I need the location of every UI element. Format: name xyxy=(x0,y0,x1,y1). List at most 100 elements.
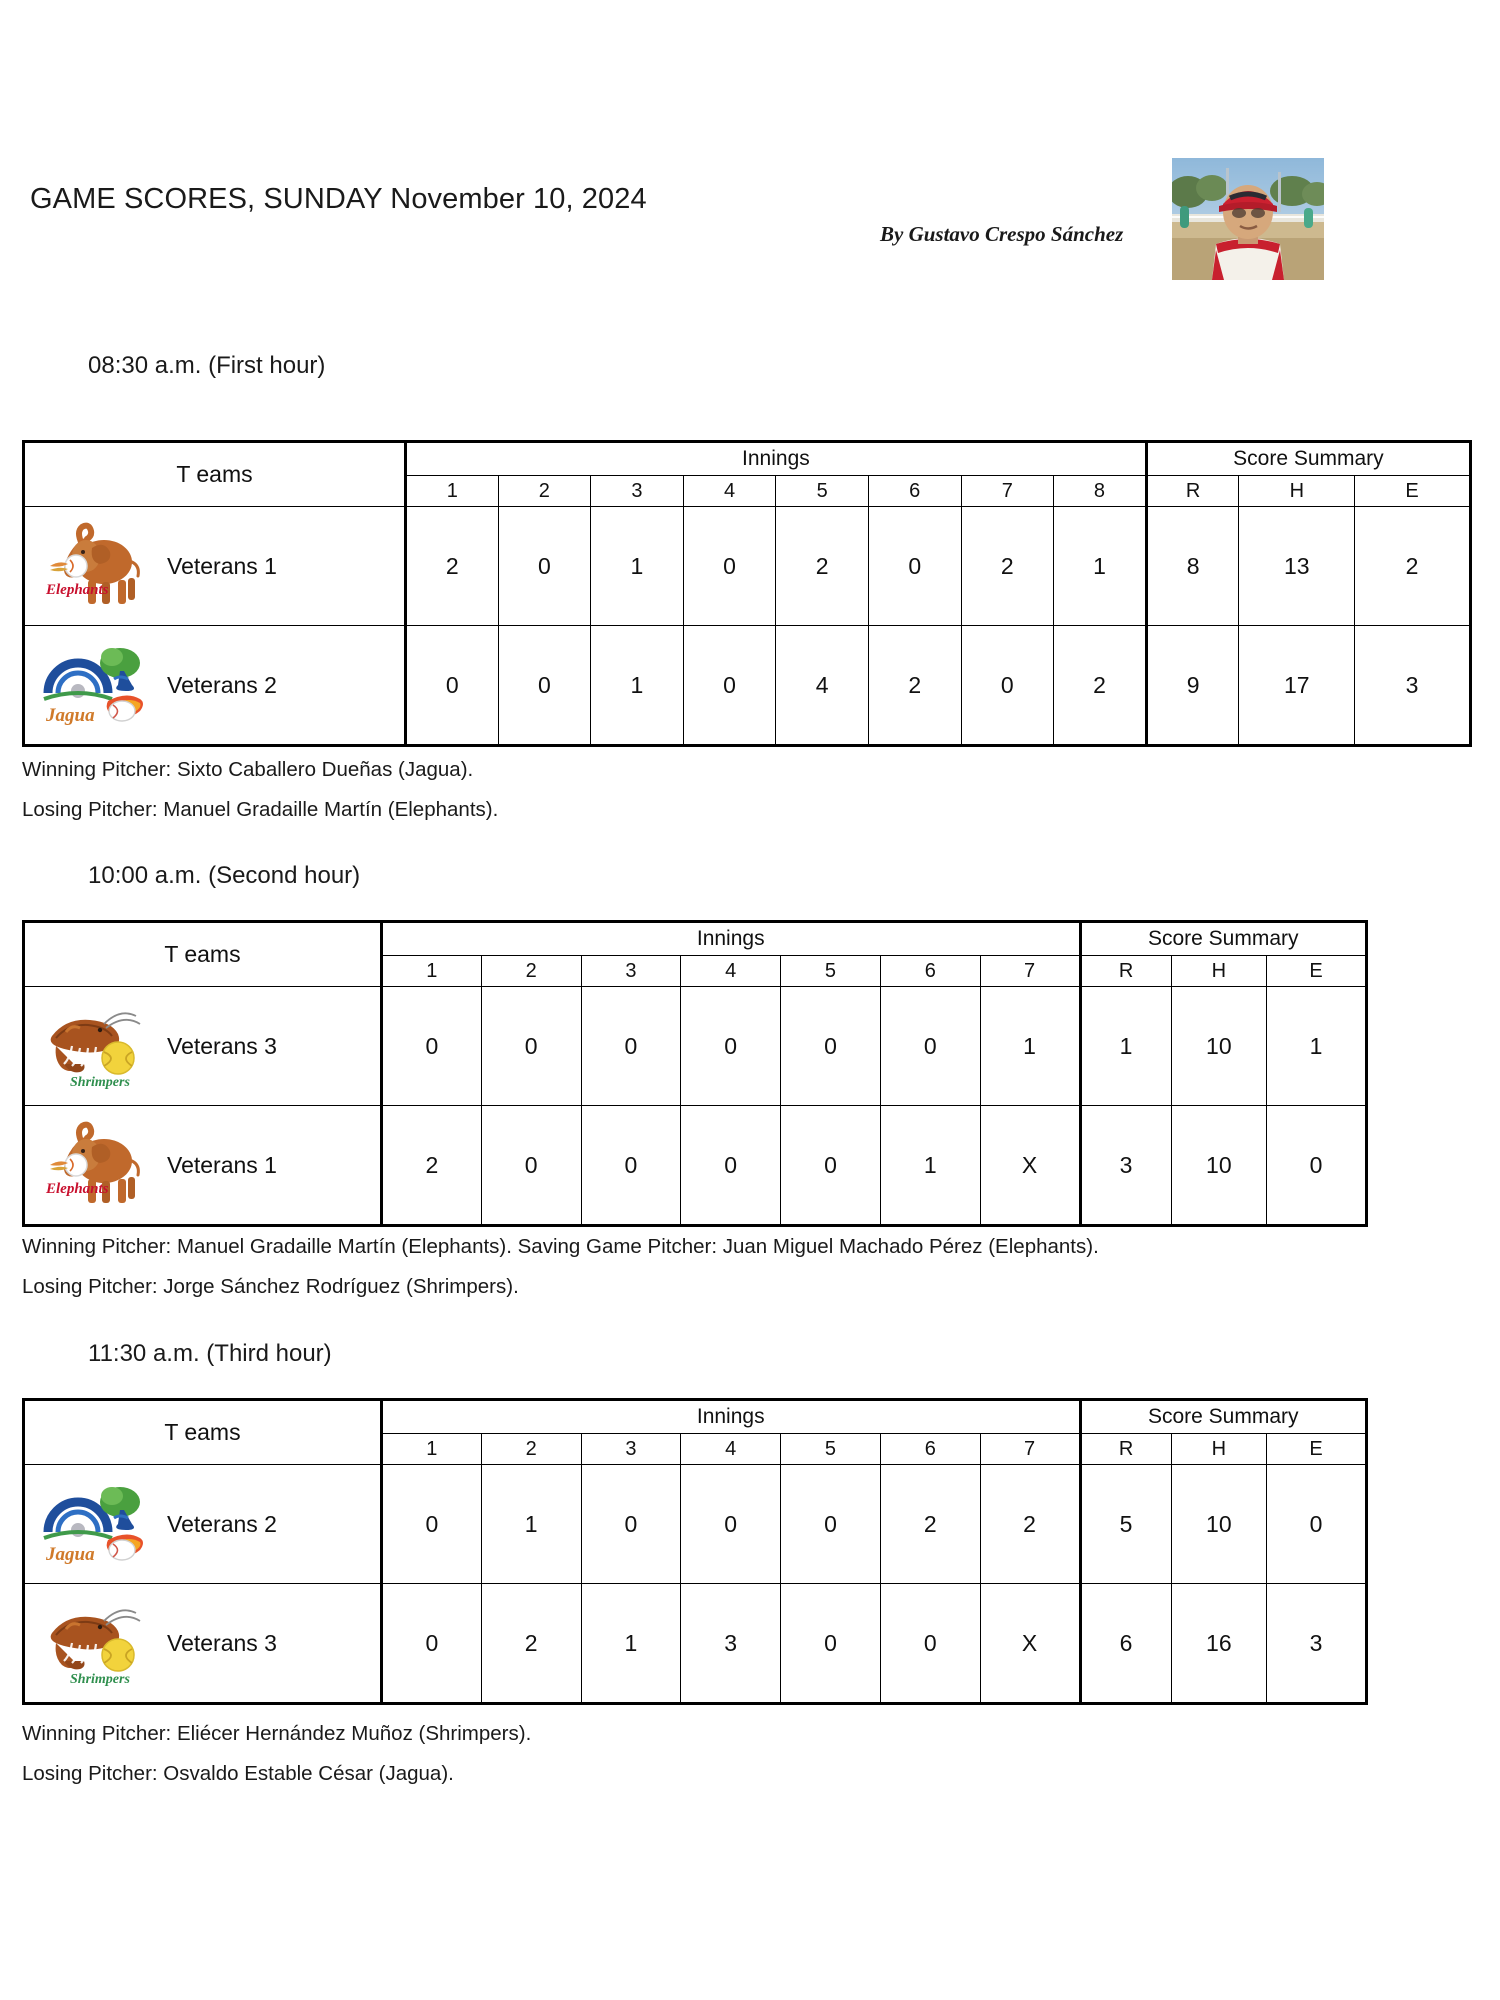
score-cell-hits: 16 xyxy=(1170,1583,1268,1705)
score-cell-inning-3: 0 xyxy=(580,986,682,1106)
table-row: Jagua Veterans 2 0 0 1 0 4 2 0 2 9 17 3 xyxy=(22,625,1472,747)
shrimpers-logo-icon: Shrimpers xyxy=(39,1000,149,1092)
byline: By Gustavo Crespo Sánchez xyxy=(880,222,1124,246)
teams-label: T eams xyxy=(164,1419,241,1445)
score-table-game-2: T eams Innings Score Summary 1 2 3 4 5 6… xyxy=(22,920,1368,1227)
inning-header-4: 4 xyxy=(682,475,777,507)
col-header-score-summary: Score Summary xyxy=(1078,1398,1368,1434)
svg-text:Elephants: Elephants xyxy=(45,1181,109,1197)
table-row: Shrimpers Veterans 3 0 0 0 0 0 0 1 1 10 … xyxy=(22,986,1368,1106)
score-cell-hits: 13 xyxy=(1238,506,1356,626)
score-cell-inning-5: 4 xyxy=(775,625,869,747)
inning-header-4: 4 xyxy=(680,955,782,987)
losing-pitcher-note-game-3: Losing Pitcher: Osvaldo Estable César (J… xyxy=(22,1762,454,1785)
inning-header-7: 7 xyxy=(979,1433,1081,1465)
inning-header-4: 4 xyxy=(680,1433,782,1465)
score-cell-inning-6: 0 xyxy=(867,506,962,626)
score-cell-errors: 0 xyxy=(1266,1105,1368,1227)
score-cell-inning-5: 0 xyxy=(780,1583,881,1705)
elephants-logo-icon: Elephants xyxy=(39,1119,149,1211)
col-header-errors: E xyxy=(1266,1433,1368,1465)
table-row: Elephants Veterans 1 2 0 1 0 2 0 2 1 8 1… xyxy=(22,506,1472,626)
score-cell-errors: 1 xyxy=(1266,986,1368,1106)
team-name: Veterans 3 xyxy=(167,1629,277,1656)
col-header-hits: H xyxy=(1170,1433,1268,1465)
jagua-logo-icon: Jagua xyxy=(39,1478,149,1570)
table-header-row-top: T eams Innings Score Summary xyxy=(22,440,1473,507)
time-heading-game-2: 10:00 a.m. (Second hour) xyxy=(88,862,361,889)
svg-text:Elephants: Elephants xyxy=(45,582,109,598)
time-heading-game-3: 11:30 a.m. (Third hour) xyxy=(88,1340,332,1367)
score-cell-inning-5: 0 xyxy=(780,1464,881,1584)
score-cell-inning-2: 0 xyxy=(497,625,592,747)
score-cell-inning-3: 1 xyxy=(590,625,684,747)
table-row: Shrimpers Veterans 3 0 2 1 3 0 0 X 6 16 … xyxy=(22,1583,1368,1705)
inning-header-5: 5 xyxy=(780,955,881,987)
team-cell-veterans-3: Shrimpers Veterans 3 xyxy=(22,986,382,1106)
col-header-runs: R xyxy=(1078,955,1172,987)
inning-header-3: 3 xyxy=(580,955,682,987)
team-cell-veterans-3: Shrimpers Veterans 3 xyxy=(22,1583,382,1705)
score-cell-hits: 10 xyxy=(1170,1105,1268,1227)
score-cell-runs: 1 xyxy=(1078,986,1172,1106)
jagua-logo-icon: Jagua xyxy=(39,639,149,731)
time-heading-game-1: 08:30 a.m. (First hour) xyxy=(88,352,326,379)
inning-header-3: 3 xyxy=(590,475,684,507)
score-cell-inning-1: 2 xyxy=(379,1105,482,1227)
score-cell-inning-2: 1 xyxy=(480,1464,582,1584)
score-cell-inning-5: 0 xyxy=(780,1105,881,1227)
page-title: GAME SCORES, SUNDAY November 10, 2024 xyxy=(30,183,647,215)
score-cell-inning-3: 0 xyxy=(580,1105,682,1227)
score-cell-runs: 3 xyxy=(1078,1105,1172,1227)
team-name: Veterans 3 xyxy=(167,1032,277,1059)
inning-header-1: 1 xyxy=(379,1433,482,1465)
score-cell-errors: 0 xyxy=(1266,1464,1368,1584)
score-cell-inning-5: 0 xyxy=(780,986,881,1106)
score-cell-runs: 8 xyxy=(1144,506,1240,626)
col-header-innings: Innings xyxy=(379,1398,1081,1434)
document-header: GAME SCORES, SUNDAY November 10, 2024 By… xyxy=(0,0,1500,300)
score-cell-inning-4: 0 xyxy=(682,506,777,626)
author-photo xyxy=(1172,158,1324,280)
winning-pitcher-note-game-3: Winning Pitcher: Eliécer Hernández Muñoz… xyxy=(22,1722,532,1745)
table-header-row-top: T eams Innings Score Summary xyxy=(22,920,1368,987)
score-cell-errors: 3 xyxy=(1354,625,1472,747)
teams-label: T eams xyxy=(176,461,253,487)
winning-pitcher-note-game-2: Winning Pitcher: Manuel Gradaille Martín… xyxy=(22,1235,1099,1258)
score-cell-hits: 10 xyxy=(1170,986,1268,1106)
winning-pitcher-note-game-1: Winning Pitcher: Sixto Caballero Dueñas … xyxy=(22,758,474,781)
score-cell-inning-2: 0 xyxy=(497,506,592,626)
team-name: Veterans 2 xyxy=(167,671,277,698)
score-cell-inning-7: 1 xyxy=(979,986,1081,1106)
col-header-score-summary: Score Summary xyxy=(1144,440,1473,476)
score-cell-inning-6: 0 xyxy=(879,986,981,1106)
inning-header-6: 6 xyxy=(867,475,962,507)
col-header-teams: T eams xyxy=(22,440,406,507)
score-cell-inning-4: 0 xyxy=(680,1464,782,1584)
svg-text:Jagua: Jagua xyxy=(45,1544,95,1565)
score-cell-inning-2: 0 xyxy=(480,986,582,1106)
table-row: Elephants Veterans 1 2 0 0 0 0 1 X 3 10 … xyxy=(22,1105,1368,1227)
inning-header-7: 7 xyxy=(960,475,1055,507)
team-name: Veterans 2 xyxy=(167,1510,277,1537)
elephants-logo-icon: Elephants xyxy=(39,520,149,612)
score-cell-inning-4: 3 xyxy=(680,1583,782,1705)
col-header-teams: T eams xyxy=(22,1398,382,1465)
score-cell-inning-7: X xyxy=(979,1583,1081,1705)
score-cell-inning-6: 0 xyxy=(879,1583,981,1705)
score-cell-runs: 9 xyxy=(1144,625,1240,747)
score-cell-inning-2: 0 xyxy=(480,1105,582,1227)
col-header-innings: Innings xyxy=(379,920,1081,956)
col-header-runs: R xyxy=(1144,475,1240,507)
score-cell-inning-7: 2 xyxy=(960,506,1055,626)
score-cell-inning-1: 0 xyxy=(379,1583,482,1705)
team-cell-veterans-1: Elephants Veterans 1 xyxy=(22,1105,382,1227)
score-cell-inning-7: 0 xyxy=(960,625,1055,747)
score-cell-inning-7: 2 xyxy=(979,1464,1081,1584)
svg-text:Shrimpers: Shrimpers xyxy=(70,1075,130,1090)
table-row: Jagua Veterans 2 0 1 0 0 0 2 2 5 10 0 xyxy=(22,1464,1368,1584)
score-cell-runs: 6 xyxy=(1078,1583,1172,1705)
col-header-innings: Innings xyxy=(403,440,1147,476)
inning-header-6: 6 xyxy=(879,955,981,987)
score-cell-inning-6: 1 xyxy=(879,1105,981,1227)
